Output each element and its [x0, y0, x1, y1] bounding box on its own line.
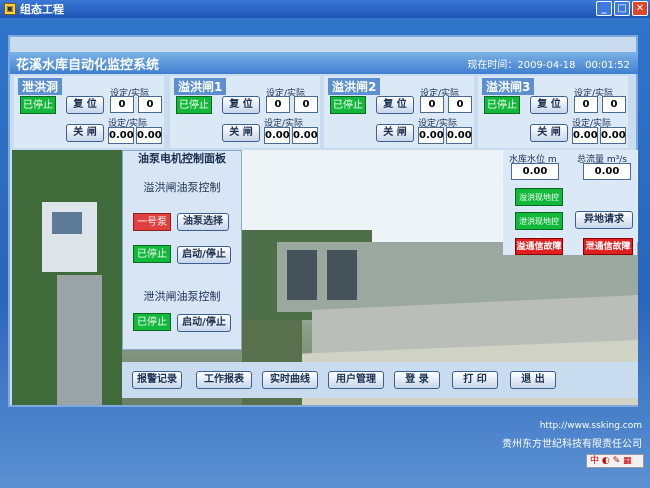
- pump-panel-title: 油泵电机控制面板: [138, 152, 226, 165]
- overflow-pump-start-stop-button[interactable]: 启动/停止: [177, 246, 231, 264]
- gate-close-button[interactable]: 关 闸: [66, 124, 104, 142]
- gate-status: 已停止: [330, 96, 366, 114]
- drain-pump-status: 已停止: [133, 313, 171, 331]
- gate-name: 泄洪洞: [18, 78, 63, 95]
- toolbar-button-6[interactable]: 打 印: [452, 371, 498, 389]
- drain-pump-start-stop-button[interactable]: 启动/停止: [177, 314, 231, 332]
- gate-status: 已停止: [176, 96, 212, 114]
- gate-actual-flow: 0.00: [446, 127, 472, 144]
- remote-request-button[interactable]: 异地请求: [575, 211, 633, 229]
- level-value: 0.00: [511, 163, 559, 180]
- drain-comm-fault: 泄通信故障: [583, 238, 633, 255]
- gate-status: 已停止: [484, 96, 520, 114]
- gate-set-value: 0: [420, 96, 444, 113]
- gate-close-button[interactable]: 关 闸: [376, 124, 414, 142]
- gate-set-flow: 0.00: [108, 127, 134, 144]
- gate-close-button[interactable]: 关 闸: [222, 124, 260, 142]
- ime-toolbar[interactable]: 中 ◐ ✎ ▦: [586, 454, 644, 468]
- drain-pump-subtitle: 泄洪闸油泵控制: [143, 290, 221, 303]
- minimize-button[interactable]: _: [596, 1, 612, 16]
- overflow-pump-subtitle: 溢洪闸油泵控制: [143, 181, 221, 194]
- gate-close-button[interactable]: 关 闸: [530, 124, 568, 142]
- gate-set-value: 0: [574, 96, 598, 113]
- gate-actual-flow: 0.00: [292, 127, 318, 144]
- gate-name: 溢洪闸2: [328, 78, 381, 95]
- gate-actual-value: 0: [138, 96, 162, 113]
- header-bar: 花溪水库自动化监控系统 现在时间：2009-04-18 00:01:52: [10, 52, 638, 74]
- bottom-toolbar: 报警记录 工作报表 实时曲线 用户管理登 录打 印退 出: [122, 362, 638, 398]
- toolbar-button-5[interactable]: 登 录: [394, 371, 440, 389]
- gate-actual-value: 0: [602, 96, 626, 113]
- gate-set-flow: 0.00: [418, 127, 444, 144]
- toolbar-button-7[interactable]: 退 出: [510, 371, 556, 389]
- gate-name: 溢洪闸3: [482, 78, 535, 95]
- gate-set-flow: 0.00: [264, 127, 290, 144]
- overflow-local-control[interactable]: 溢洪现地控制: [515, 188, 563, 220]
- pump-1-indicator: 一号泵: [133, 213, 171, 231]
- gate-actual-value: 0: [294, 96, 318, 113]
- page-title: 花溪水库自动化监控系统: [16, 57, 160, 73]
- gate-set-flow: 0.00: [572, 127, 598, 144]
- gate-panel-3: 溢洪闸2 已停止 复 位 关 闸 设定/实际 cm 0 0 设定/实际m³/s …: [324, 76, 474, 148]
- close-button[interactable]: ✕: [632, 1, 648, 16]
- gate-reset-button[interactable]: 复 位: [222, 96, 260, 114]
- gate-reset-button[interactable]: 复 位: [66, 96, 104, 114]
- gate-name: 溢洪闸1: [174, 78, 227, 95]
- gate-panel-1: 泄洪洞 已停止 复 位 关 闸 设定/实际 cm 0 0 设定/实际m³/s 0…: [14, 76, 164, 148]
- gate-reset-button[interactable]: 复 位: [530, 96, 568, 114]
- toolbar-button-4[interactable]: 用户管理: [328, 371, 384, 389]
- flow-value: 0.00: [583, 163, 631, 180]
- gate-status: 已停止: [20, 96, 56, 114]
- maximize-button[interactable]: □: [614, 1, 630, 16]
- window-titlebar: ▣ 组态工程 _ □ ✕: [0, 0, 650, 18]
- gate-set-value: 0: [266, 96, 290, 113]
- pump-control-panel: 油泵电机控制面板 溢洪闸油泵控制 一号泵 油泵选择 已停止 启动/停止 泄洪闸油…: [122, 150, 242, 350]
- footer-company: 贵州东方世纪科技有限责任公司: [502, 439, 642, 450]
- gate-reset-button[interactable]: 复 位: [376, 96, 414, 114]
- toolbar-button-2[interactable]: 工作报表: [196, 371, 252, 389]
- gate-set-value: 0: [110, 96, 134, 113]
- water-info-panel: 水库水位 m 总流量 m³/s 0.00 0.00 溢洪现地控制 泄洪现地控制 …: [503, 150, 637, 255]
- gate-actual-value: 0: [448, 96, 472, 113]
- app-icon: ▣: [4, 3, 16, 15]
- gate-panel-4: 溢洪闸3 已停止 复 位 关 闸 设定/实际 cm 0 0 设定/实际m³/s …: [478, 76, 628, 148]
- drain-local-control[interactable]: 泄洪现地控制: [515, 212, 563, 244]
- footer-url: http://www.ssking.com: [539, 421, 642, 431]
- overflow-comm-fault: 溢通信故障: [515, 238, 563, 255]
- clock: 现在时间：2009-04-18 00:01:52: [467, 59, 630, 71]
- gate-panel-2: 溢洪闸1 已停止 复 位 关 闸 设定/实际 cm 0 0 设定/实际m³/s …: [170, 76, 320, 148]
- overflow-pump-status: 已停止: [133, 245, 171, 263]
- gate-actual-flow: 0.00: [600, 127, 626, 144]
- toolbar-button-1[interactable]: 报警记录: [132, 371, 182, 389]
- pump-select-button[interactable]: 油泵选择: [177, 213, 229, 231]
- toolbar-button-3[interactable]: 实时曲线: [262, 371, 318, 389]
- window-title: 组态工程: [20, 3, 64, 16]
- gate-actual-flow: 0.00: [136, 127, 162, 144]
